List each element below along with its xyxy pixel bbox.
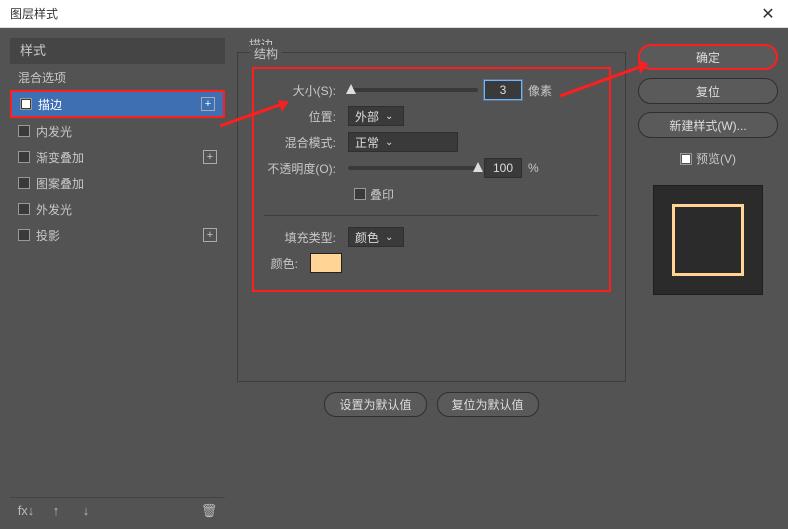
size-input[interactable] (484, 80, 522, 100)
move-up-icon[interactable]: ↑ (48, 503, 64, 519)
sidebar-item-drop-shadow[interactable]: 投影 + (10, 222, 225, 248)
pattern-overlay-checkbox[interactable] (18, 177, 30, 189)
stroke-panel: 描边 结构 大小(S): 像素 位置: 外部 混合模式: (235, 38, 628, 523)
opacity-unit: % (528, 161, 539, 175)
overprint-checkbox[interactable]: 叠印 (354, 186, 394, 203)
reset-default-button[interactable]: 复位为默认值 (437, 392, 539, 417)
opacity-input[interactable] (484, 158, 522, 178)
opacity-slider[interactable] (348, 166, 478, 170)
size-label: 大小(S): (264, 82, 342, 99)
new-style-button[interactable]: 新建样式(W)... (638, 112, 778, 138)
sidebar-item-label: 描边 (38, 96, 62, 113)
outer-glow-checkbox[interactable] (18, 203, 30, 215)
preview-label: 预览(V) (696, 150, 736, 167)
add-stroke-icon[interactable]: + (201, 97, 215, 111)
sidebar-item-inner-glow[interactable]: 内发光 (10, 118, 225, 144)
preview-checkbox[interactable]: 预览(V) (638, 150, 778, 167)
preview-box (653, 185, 763, 295)
cancel-button[interactable]: 复位 (638, 78, 778, 104)
preview-shape (672, 204, 744, 276)
size-slider[interactable] (348, 88, 478, 92)
inner-glow-checkbox[interactable] (18, 125, 30, 137)
blend-options-row[interactable]: 混合选项 (10, 64, 225, 90)
styles-header: 样式 (10, 38, 225, 64)
highlight-box: 大小(S): 像素 位置: 外部 混合模式: 正常 不透明度(O) (252, 67, 611, 292)
fx-menu-icon[interactable]: fx↓ (18, 503, 34, 519)
blend-mode-label: 混合模式: (264, 134, 342, 151)
color-label: 颜色: (264, 255, 304, 272)
close-button[interactable]: ✕ (754, 3, 782, 25)
overprint-label: 叠印 (370, 186, 394, 203)
move-down-icon[interactable]: ↓ (78, 503, 94, 519)
sidebar-item-label: 图案叠加 (36, 175, 84, 192)
fill-type-label: 填充类型: (264, 229, 342, 246)
position-label: 位置: (264, 108, 342, 125)
titlebar: 图层样式 ✕ (0, 0, 788, 28)
fill-type-select[interactable]: 颜色 (348, 227, 404, 247)
section-title: 结构 (250, 45, 282, 62)
opacity-label: 不透明度(O): (264, 160, 342, 177)
styles-sidebar: 样式 混合选项 描边 + 内发光 渐变叠加 + 图案叠加 (10, 38, 225, 523)
sidebar-item-gradient-overlay[interactable]: 渐变叠加 + (10, 144, 225, 170)
sidebar-item-label: 内发光 (36, 123, 72, 140)
ok-button[interactable]: 确定 (638, 44, 778, 70)
set-default-button[interactable]: 设置为默认值 (324, 392, 426, 417)
gradient-overlay-checkbox[interactable] (18, 151, 30, 163)
sidebar-item-label: 外发光 (36, 201, 72, 218)
position-select[interactable]: 外部 (348, 106, 404, 126)
blend-options-label: 混合选项 (18, 69, 66, 86)
sidebar-item-outer-glow[interactable]: 外发光 (10, 196, 225, 222)
sidebar-item-label: 投影 (36, 227, 60, 244)
trash-icon[interactable]: 🗑 (201, 503, 217, 519)
dialog-buttons: 确定 复位 新建样式(W)... 预览(V) (638, 38, 778, 523)
sidebar-item-stroke[interactable]: 描边 + (10, 90, 225, 118)
color-swatch[interactable] (310, 253, 342, 273)
window-title: 图层样式 (6, 5, 58, 22)
stroke-checkbox[interactable] (20, 98, 32, 110)
drop-shadow-checkbox[interactable] (18, 229, 30, 241)
sidebar-footer: fx↓ ↑ ↓ 🗑 (10, 497, 225, 523)
sidebar-item-label: 渐变叠加 (36, 149, 84, 166)
add-gradient-icon[interactable]: + (203, 150, 217, 164)
sidebar-item-pattern-overlay[interactable]: 图案叠加 (10, 170, 225, 196)
blend-mode-select[interactable]: 正常 (348, 132, 458, 152)
size-unit: 像素 (528, 82, 552, 99)
add-shadow-icon[interactable]: + (203, 228, 217, 242)
